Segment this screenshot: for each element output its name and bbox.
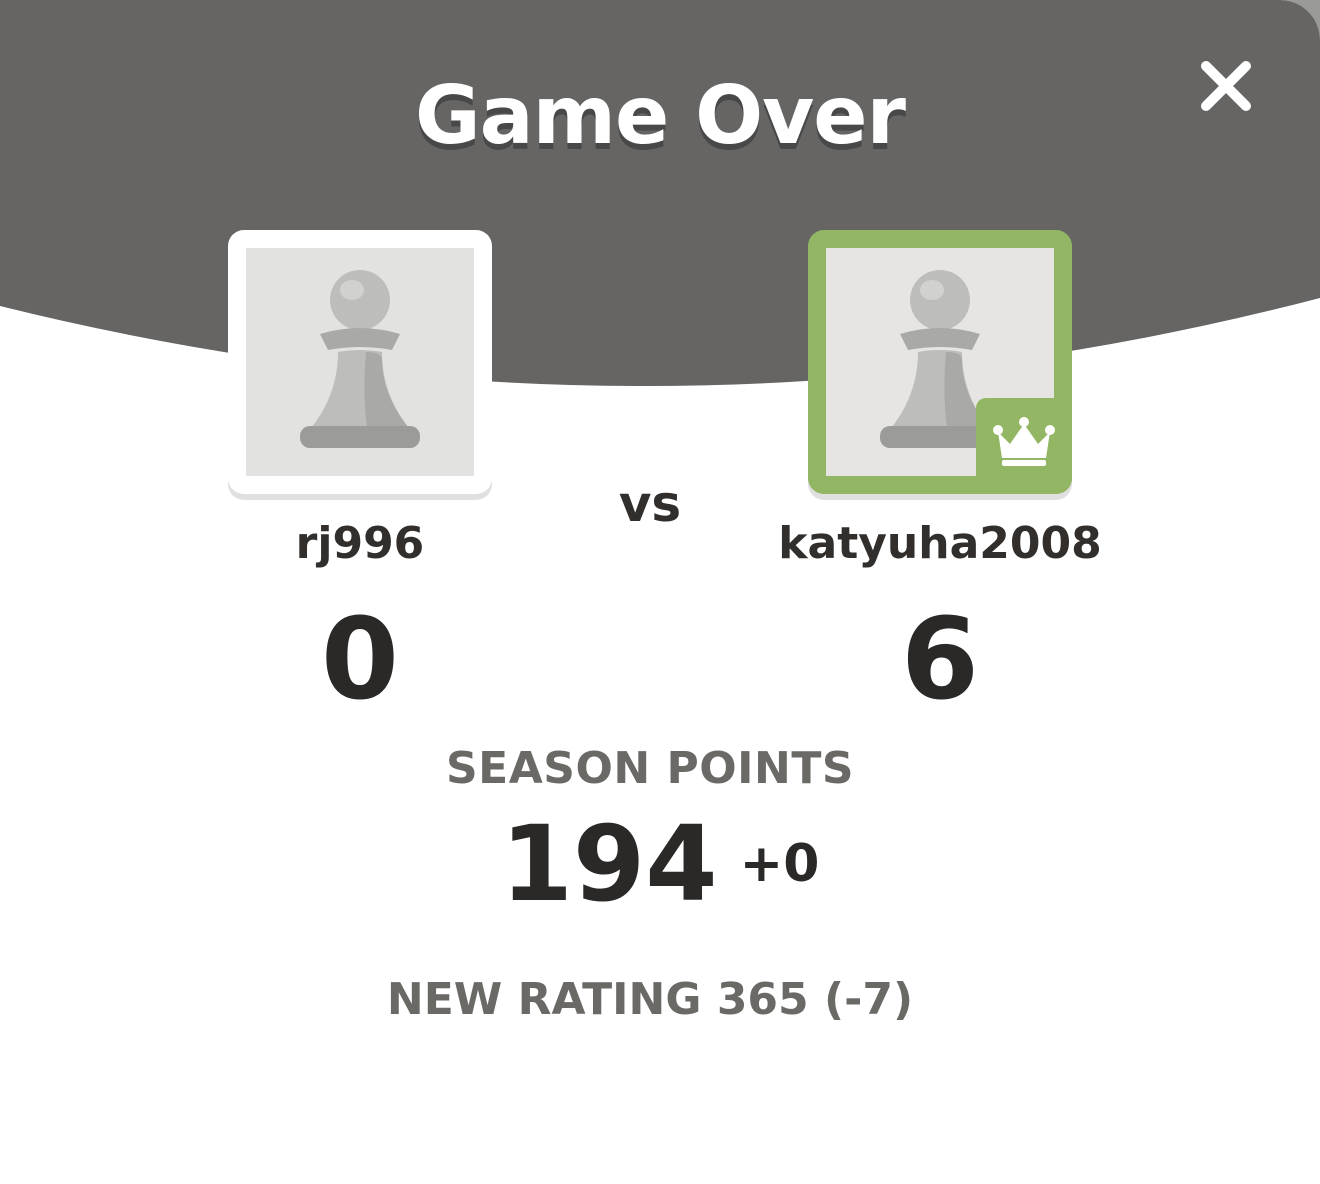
close-button[interactable] [1190, 50, 1262, 122]
winner-badge [976, 398, 1072, 494]
pawn-icon [300, 270, 420, 448]
modal-title: Game Over [415, 69, 906, 162]
season-points-delta: +0 [739, 834, 820, 894]
season-points-value: 194 [500, 803, 718, 925]
player-avatar-frame [246, 248, 474, 476]
crown-icon [993, 417, 1055, 466]
new-rating-text: NEW RATING 365 (-7) [386, 974, 914, 1025]
opponent-score: 6 [901, 595, 979, 725]
opponent-username[interactable]: katyuha2008 [740, 516, 1140, 572]
player-avatar[interactable] [228, 230, 492, 494]
season-points-label: SEASON POINTS [445, 743, 855, 794]
season-points-row: 194 +0 [360, 804, 960, 924]
game-over-modal: Game Over vs rj996 katyuha2008 0 6 SEASO… [0, 0, 1320, 1184]
player-score: 0 [321, 595, 399, 725]
header-background [0, 0, 1320, 387]
vs-label: vs [618, 475, 682, 533]
close-icon[interactable] [1190, 50, 1262, 122]
player-username[interactable]: rj996 [160, 516, 560, 572]
